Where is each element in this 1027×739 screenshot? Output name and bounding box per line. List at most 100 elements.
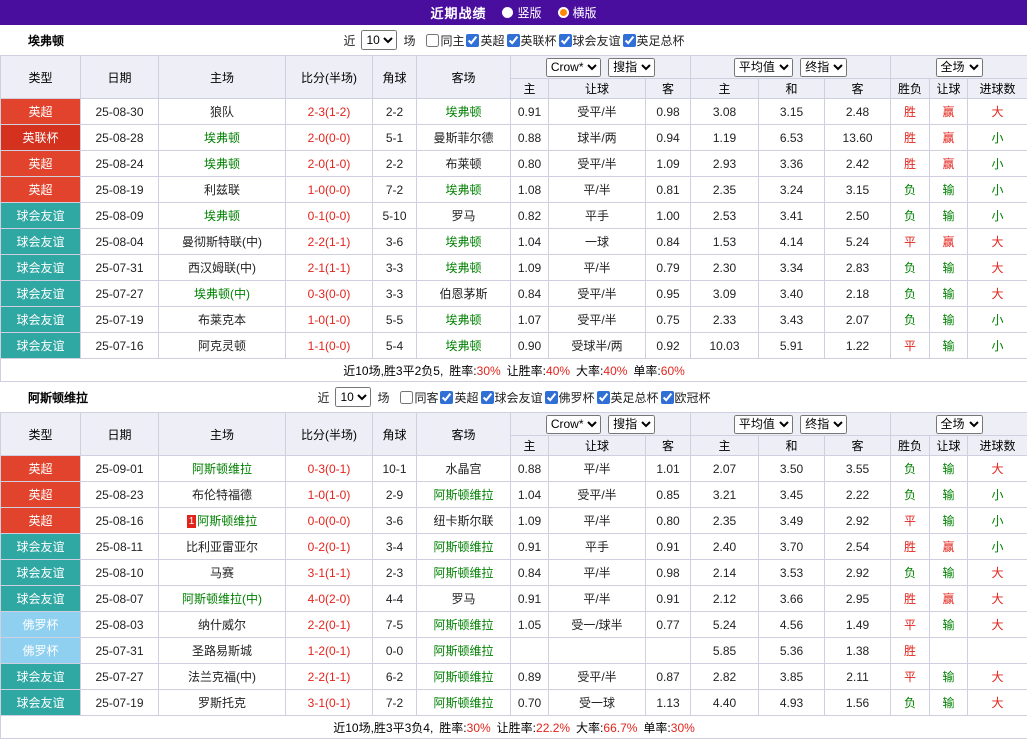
- score[interactable]: 1-0(1-0): [286, 482, 373, 508]
- league-filter-checkbox[interactable]: 佛罗杯: [545, 389, 595, 406]
- avg-odds-select[interactable]: 平均值: [734, 58, 793, 77]
- layout-radio-vertical[interactable]: 竖版: [502, 4, 541, 21]
- checkbox-input[interactable]: [559, 34, 572, 47]
- home-team[interactable]: 布莱克本: [159, 307, 286, 333]
- scope-select[interactable]: 全场: [936, 415, 983, 434]
- away-team[interactable]: 阿斯顿维拉: [417, 690, 511, 716]
- score[interactable]: 0-2(0-1): [286, 534, 373, 560]
- final-odds-select[interactable]: 终指: [800, 415, 847, 434]
- league-filter-checkbox[interactable]: 英超: [466, 32, 504, 49]
- league-filter-checkbox[interactable]: 英足总杯: [597, 389, 659, 406]
- away-team[interactable]: 阿斯顿维拉: [417, 560, 511, 586]
- away-team[interactable]: 埃弗顿: [417, 99, 511, 125]
- home-team[interactable]: 利兹联: [159, 177, 286, 203]
- avg-odds-select[interactable]: 平均值: [734, 415, 793, 434]
- home-team[interactable]: 西汉姆联(中): [159, 255, 286, 281]
- away-team[interactable]: 埃弗顿: [417, 307, 511, 333]
- away-team[interactable]: 曼斯菲尔德: [417, 125, 511, 151]
- score[interactable]: 1-2(0-1): [286, 638, 373, 664]
- away-team[interactable]: 阿斯顿维拉: [417, 534, 511, 560]
- score[interactable]: 3-1(1-1): [286, 560, 373, 586]
- score[interactable]: 2-0(0-0): [286, 125, 373, 151]
- goals-result: 大: [968, 456, 1027, 482]
- score[interactable]: 4-0(2-0): [286, 586, 373, 612]
- score[interactable]: 1-1(0-0): [286, 333, 373, 359]
- score[interactable]: 2-1(1-1): [286, 255, 373, 281]
- checkbox-input[interactable]: [507, 34, 520, 47]
- home-team[interactable]: 埃弗顿: [159, 203, 286, 229]
- home-team[interactable]: 比利亚雷亚尔: [159, 534, 286, 560]
- league-filter-checkbox[interactable]: 同主: [426, 32, 464, 49]
- score[interactable]: 0-1(0-0): [286, 203, 373, 229]
- checkbox-input[interactable]: [400, 391, 413, 404]
- summary-stat-value: 40%: [603, 364, 627, 378]
- home-team[interactable]: 马赛: [159, 560, 286, 586]
- league-filter-checkbox[interactable]: 英足总杯: [623, 32, 685, 49]
- odds-company-select[interactable]: Crow*: [546, 415, 601, 434]
- away-team[interactable]: 埃弗顿: [417, 333, 511, 359]
- score[interactable]: 2-3(1-2): [286, 99, 373, 125]
- home-team[interactable]: 阿斯顿维拉(中): [159, 586, 286, 612]
- score[interactable]: 2-2(1-1): [286, 229, 373, 255]
- away-team[interactable]: 布莱顿: [417, 151, 511, 177]
- games-count-select[interactable]: 10: [335, 387, 371, 407]
- home-team[interactable]: 狼队: [159, 99, 286, 125]
- corner-score: 5-1: [373, 125, 417, 151]
- away-team[interactable]: 阿斯顿维拉: [417, 482, 511, 508]
- odds-type-select[interactable]: 搜指: [608, 415, 655, 434]
- league-filter-checkbox[interactable]: 英联杯: [507, 32, 557, 49]
- away-team[interactable]: 阿斯顿维拉: [417, 638, 511, 664]
- away-team[interactable]: 水晶宫: [417, 456, 511, 482]
- home-team[interactable]: 圣路易斯城: [159, 638, 286, 664]
- score[interactable]: 3-1(0-1): [286, 690, 373, 716]
- away-team[interactable]: 阿斯顿维拉: [417, 664, 511, 690]
- score[interactable]: 0-3(0-0): [286, 281, 373, 307]
- home-team[interactable]: 埃弗顿: [159, 125, 286, 151]
- away-team[interactable]: 纽卡斯尔联: [417, 508, 511, 534]
- checkbox-input[interactable]: [661, 391, 674, 404]
- home-team[interactable]: 阿斯顿维拉: [159, 456, 286, 482]
- checkbox-input[interactable]: [426, 34, 439, 47]
- home-team[interactable]: 布伦特福德: [159, 482, 286, 508]
- final-odds-select[interactable]: 终指: [800, 58, 847, 77]
- league-filter-checkbox[interactable]: 同客: [400, 389, 438, 406]
- away-team[interactable]: 罗马: [417, 586, 511, 612]
- odds-company-select[interactable]: Crow*: [546, 58, 601, 77]
- checkbox-input[interactable]: [545, 391, 558, 404]
- home-team[interactable]: 埃弗顿: [159, 151, 286, 177]
- checkbox-input[interactable]: [466, 34, 479, 47]
- checkbox-input[interactable]: [623, 34, 636, 47]
- away-team[interactable]: 埃弗顿: [417, 255, 511, 281]
- away-team[interactable]: 埃弗顿: [417, 177, 511, 203]
- odds-type-select[interactable]: 搜指: [608, 58, 655, 77]
- home-team[interactable]: 1阿斯顿维拉: [159, 508, 286, 534]
- home-team[interactable]: 罗斯托克: [159, 690, 286, 716]
- home-team[interactable]: 埃弗顿(中): [159, 281, 286, 307]
- score[interactable]: 0-3(0-1): [286, 456, 373, 482]
- avg-home-odds: 2.12: [691, 586, 759, 612]
- away-team[interactable]: 伯恩茅斯: [417, 281, 511, 307]
- league-filter-checkbox[interactable]: 球会友谊: [559, 32, 621, 49]
- away-team[interactable]: 阿斯顿维拉: [417, 612, 511, 638]
- games-count-select[interactable]: 10: [361, 30, 397, 50]
- score[interactable]: 1-0(0-0): [286, 177, 373, 203]
- league-filter-checkbox[interactable]: 欧冠杯: [661, 389, 711, 406]
- score[interactable]: 2-2(1-1): [286, 664, 373, 690]
- away-team[interactable]: 罗马: [417, 203, 511, 229]
- league-filter-checkbox[interactable]: 英超: [440, 389, 478, 406]
- away-team[interactable]: 埃弗顿: [417, 229, 511, 255]
- home-team[interactable]: 纳什威尔: [159, 612, 286, 638]
- score[interactable]: 1-0(1-0): [286, 307, 373, 333]
- checkbox-input[interactable]: [597, 391, 610, 404]
- scope-select[interactable]: 全场: [936, 58, 983, 77]
- layout-radio-horizontal[interactable]: 横版: [558, 4, 597, 21]
- home-team[interactable]: 阿克灵顿: [159, 333, 286, 359]
- checkbox-input[interactable]: [440, 391, 453, 404]
- score[interactable]: 2-2(0-1): [286, 612, 373, 638]
- home-team[interactable]: 法兰克福(中): [159, 664, 286, 690]
- score[interactable]: 2-0(1-0): [286, 151, 373, 177]
- score[interactable]: 0-0(0-0): [286, 508, 373, 534]
- league-filter-checkbox[interactable]: 球会友谊: [481, 389, 543, 406]
- home-team[interactable]: 曼彻斯特联(中): [159, 229, 286, 255]
- checkbox-input[interactable]: [481, 391, 494, 404]
